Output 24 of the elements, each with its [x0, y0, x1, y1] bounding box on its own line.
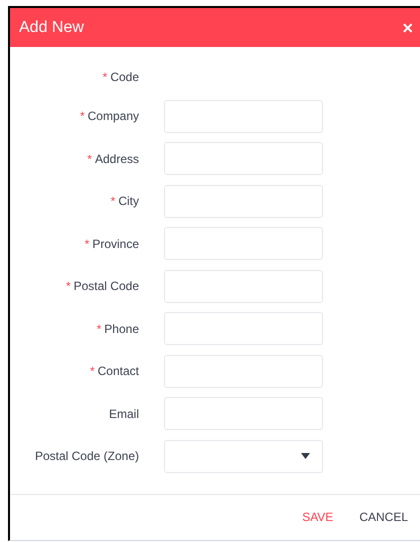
text-field[interactable] — [164, 184, 323, 218]
text-field[interactable] — [164, 100, 323, 133]
field-label: * Postal Code — [64, 278, 139, 296]
text-field[interactable] — [164, 142, 323, 176]
field-label: * Address — [86, 150, 139, 168]
field-label: * Province — [84, 236, 139, 253]
close-button[interactable]: × — [402, 18, 413, 36]
text-field[interactable] — [164, 354, 323, 388]
field-label: * City — [110, 193, 139, 210]
save-button[interactable]: SAVE — [302, 508, 334, 526]
cancel-button[interactable]: CANCEL — [359, 508, 408, 526]
text-field[interactable] — [164, 397, 323, 430]
dialog-title: Add New — [19, 18, 84, 38]
field-label: Email — [108, 406, 139, 423]
field-label: Postal Code (Zone) — [34, 448, 139, 466]
field-label: * Contact — [88, 363, 139, 380]
dropdown-field[interactable] — [164, 440, 323, 473]
text-field[interactable] — [164, 227, 323, 260]
text-field[interactable] — [164, 270, 323, 303]
field-label: * Phone — [96, 320, 139, 338]
field-label: * Company — [78, 108, 139, 126]
field-label: * Code — [102, 69, 139, 86]
text-field[interactable] — [164, 312, 323, 346]
dropdown-caret-icon — [301, 453, 310, 460]
